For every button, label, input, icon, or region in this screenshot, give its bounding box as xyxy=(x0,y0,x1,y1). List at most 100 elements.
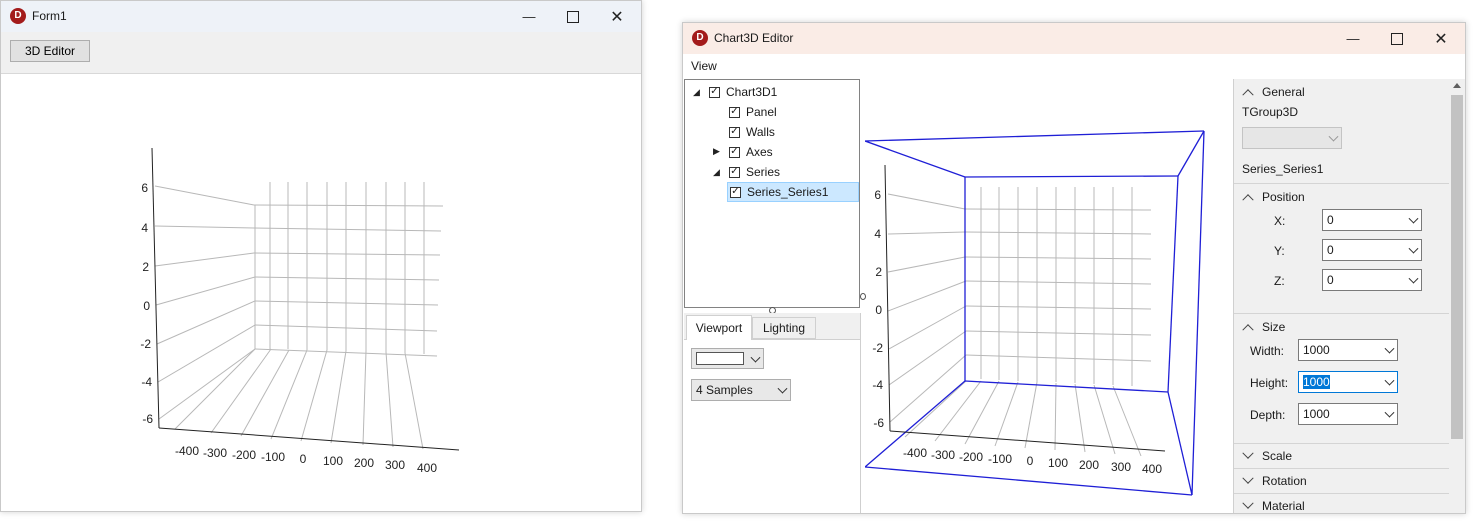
section-material-header[interactable]: Material xyxy=(1234,495,1450,513)
chevron-down-icon xyxy=(1384,407,1395,418)
chevron-down-icon xyxy=(1242,447,1254,459)
tab-lighting[interactable]: Lighting xyxy=(752,317,816,339)
y-tick-label: -4 xyxy=(141,375,152,389)
tree-node-series-series1[interactable]: ✓ Series_Series1 xyxy=(727,182,859,202)
y-tick-label: 6 xyxy=(141,181,148,195)
chevron-up-icon xyxy=(1242,89,1254,101)
editor-titlebar[interactable]: D Chart3D Editor — ✕ xyxy=(683,23,1465,54)
object-tree[interactable]: ◢ ✓ Chart3D1 ✓ Panel ✓ Walls ▶ ✓ Axes ◢ … xyxy=(684,79,860,308)
x-tick-label: -200 xyxy=(232,448,256,462)
delphi-app-icon: D xyxy=(692,30,708,46)
position-x-combo[interactable]: 0 xyxy=(1322,209,1422,231)
form1-toolbar: 3D Editor xyxy=(1,32,641,74)
checkbox-checked-icon[interactable]: ✓ xyxy=(730,186,741,198)
size-depth-combo[interactable]: 1000 xyxy=(1298,403,1398,425)
editor-menubar: View xyxy=(683,54,1465,78)
y-tick-label: -4 xyxy=(872,378,883,392)
section-rotation-header[interactable]: Rotation xyxy=(1234,470,1450,492)
minimize-icon[interactable]: — xyxy=(1331,23,1375,54)
x-tick-label: 300 xyxy=(385,458,405,472)
maximize-icon[interactable] xyxy=(551,1,595,32)
tree-node-series[interactable]: ✓ Series xyxy=(729,163,780,181)
section-scale-header[interactable]: Scale xyxy=(1234,445,1450,467)
y-tick-label: -6 xyxy=(873,416,884,430)
size-width-combo[interactable]: 1000 xyxy=(1298,339,1398,361)
chevron-down-icon xyxy=(1328,131,1339,142)
tree-node-chart3d1[interactable]: ✓ Chart3D1 xyxy=(709,83,777,101)
width-label: Width: xyxy=(1250,344,1285,358)
divider xyxy=(1234,313,1450,314)
editor-chart3d[interactable]: 6 4 2 0 -2 -4 -6 -400 -300 -200 -100 0 1… xyxy=(865,79,1233,513)
tree-node-walls[interactable]: ✓ Walls xyxy=(729,123,775,141)
chevron-up-icon xyxy=(1242,324,1254,336)
form1-chart-grid xyxy=(154,182,444,450)
x-tick-label: 400 xyxy=(417,461,437,475)
x-tick-label: 100 xyxy=(323,454,343,468)
x-tick-label: -200 xyxy=(959,450,983,464)
form1-chart3d[interactable]: 6 4 2 0 -2 -4 -6 -400 -300 -200 -100 0 1… xyxy=(1,73,641,511)
x-tick-label: 300 xyxy=(1111,460,1131,474)
editor-chart-axes xyxy=(884,164,1166,452)
properties-panel: General TGroup3D Series_Series1 Position… xyxy=(1233,79,1450,513)
y-tick-label: 6 xyxy=(874,188,881,202)
section-position-header[interactable]: Position xyxy=(1234,186,1450,208)
chevron-down-icon xyxy=(1384,343,1395,354)
divider xyxy=(1234,493,1450,494)
x-label: X: xyxy=(1274,214,1286,228)
x-tick-label: -100 xyxy=(988,452,1012,466)
depth-label: Depth: xyxy=(1250,408,1286,422)
expand-arrow-icon[interactable]: ◢ xyxy=(713,167,720,178)
open-3d-editor-button[interactable]: 3D Editor xyxy=(10,40,90,62)
chevron-down-icon xyxy=(1408,243,1419,254)
position-z-combo[interactable]: 0 xyxy=(1322,269,1422,291)
bottom-left-panel: Viewport Lighting 4 Samples xyxy=(684,313,861,513)
scroll-up-arrow-icon[interactable] xyxy=(1453,83,1461,88)
checkbox-checked-icon[interactable]: ✓ xyxy=(729,146,740,158)
samples-combo[interactable]: 4 Samples xyxy=(691,379,791,401)
class-name-label: TGroup3D xyxy=(1242,105,1299,119)
chevron-up-icon xyxy=(1242,194,1254,206)
form1-x-tick-labels: -400 -300 -200 -100 0 100 200 300 400 xyxy=(175,444,437,475)
divider xyxy=(1234,468,1450,469)
delphi-app-icon: D xyxy=(10,8,26,24)
x-tick-label: 400 xyxy=(1142,462,1162,476)
minimize-icon[interactable]: — xyxy=(507,1,551,32)
maximize-icon[interactable] xyxy=(1375,23,1419,54)
x-tick-label: 100 xyxy=(1048,456,1068,470)
chevron-down-icon xyxy=(1408,273,1419,284)
checkbox-checked-icon[interactable]: ✓ xyxy=(729,106,740,118)
checkbox-checked-icon[interactable]: ✓ xyxy=(709,86,720,98)
y-label: Y: xyxy=(1274,244,1285,258)
section-size-header[interactable]: Size xyxy=(1234,316,1450,338)
form1-titlebar[interactable]: D Form1 — ✕ xyxy=(1,1,641,32)
chart3d-editor-window: D Chart3D Editor — ✕ View ◢ ✓ Chart3D1 ✓… xyxy=(682,22,1466,514)
expand-arrow-icon[interactable]: ◢ xyxy=(693,87,700,98)
background-color-combo[interactable] xyxy=(691,348,764,369)
y-tick-label: 4 xyxy=(874,227,881,241)
size-height-combo[interactable]: 1000 xyxy=(1298,371,1398,393)
menu-view[interactable]: View xyxy=(691,59,717,73)
chevron-down-icon xyxy=(750,352,761,363)
checkbox-checked-icon[interactable]: ✓ xyxy=(729,126,740,138)
section-general-header[interactable]: General xyxy=(1234,81,1450,103)
height-label: Height: xyxy=(1250,376,1289,390)
tab-viewport[interactable]: Viewport xyxy=(686,315,752,340)
checkbox-checked-icon[interactable]: ✓ xyxy=(729,166,740,178)
general-combo[interactable] xyxy=(1242,127,1342,149)
z-label: Z: xyxy=(1274,274,1285,288)
editor-y-tick-labels: 6 4 2 0 -2 -4 -6 xyxy=(872,188,884,430)
scrollbar-thumb[interactable] xyxy=(1451,95,1463,439)
divider xyxy=(1234,443,1450,444)
close-icon[interactable]: ✕ xyxy=(1419,23,1463,54)
y-tick-label: 2 xyxy=(875,265,882,279)
chevron-down-icon xyxy=(1408,213,1419,224)
tree-node-axes[interactable]: ✓ Axes xyxy=(729,143,773,161)
collapse-arrow-icon[interactable]: ▶ xyxy=(713,146,720,157)
properties-scrollbar[interactable] xyxy=(1449,79,1465,513)
position-y-combo[interactable]: 0 xyxy=(1322,239,1422,261)
tree-node-panel[interactable]: ✓ Panel xyxy=(729,103,777,121)
x-tick-label: 200 xyxy=(1079,458,1099,472)
y-tick-label: 0 xyxy=(875,303,882,317)
form1-window: D Form1 — ✕ 3D Editor 6 4 2 0 -2 -4 -6 -… xyxy=(0,0,642,512)
close-icon[interactable]: ✕ xyxy=(595,1,639,32)
